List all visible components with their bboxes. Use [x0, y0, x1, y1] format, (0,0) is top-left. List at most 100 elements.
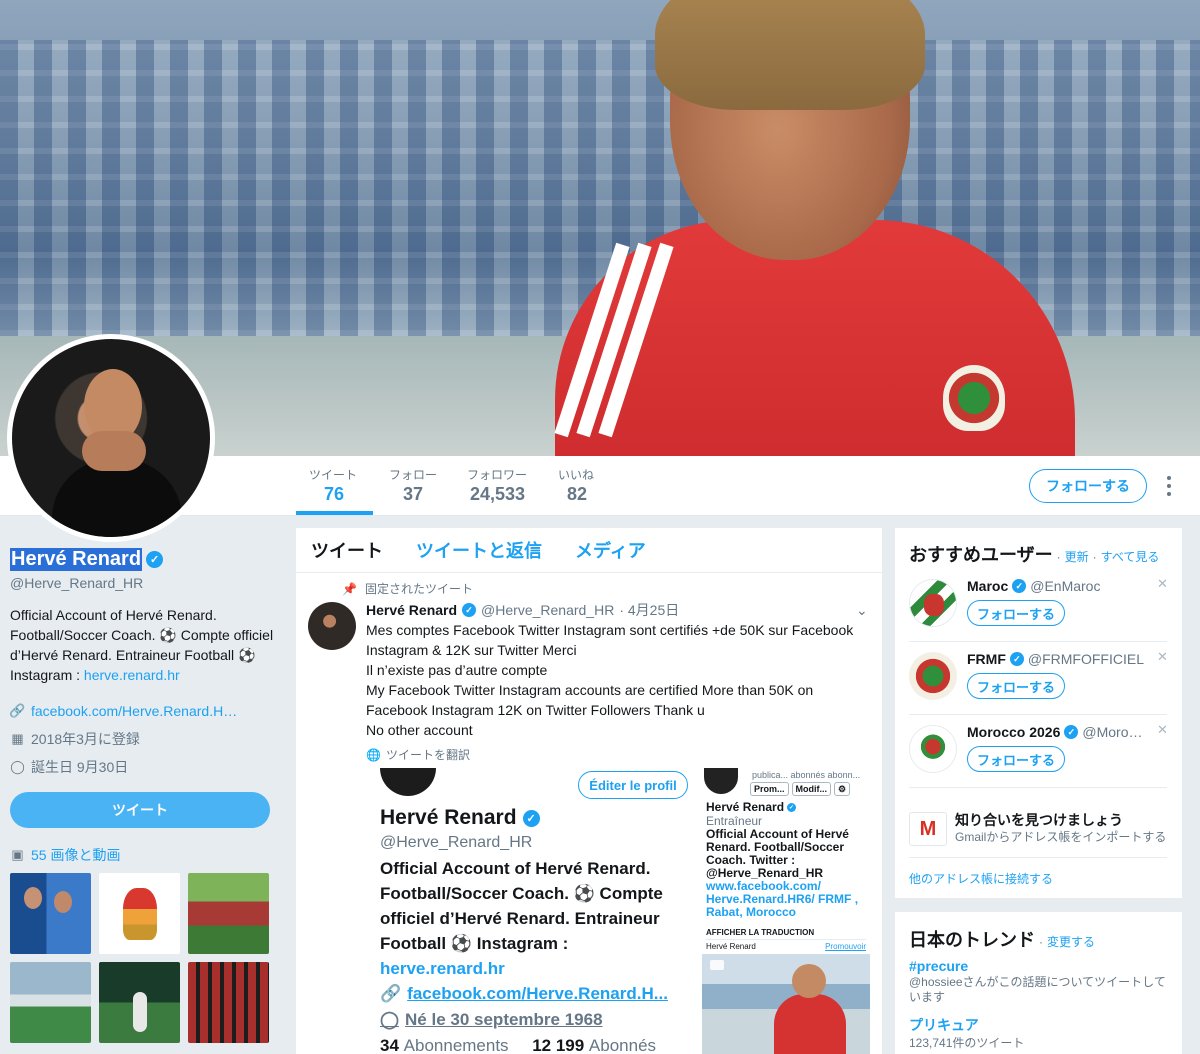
- find-friends-gmail[interactable]: M 知り合いを見つけましょう Gmailからアドレス帳をインポートする: [909, 806, 1167, 858]
- tweet-to-button[interactable]: ツイート: [10, 792, 270, 828]
- media-thumbnail[interactable]: [99, 873, 180, 954]
- close-icon[interactable]: ✕: [1157, 576, 1168, 592]
- tweet-author-handle[interactable]: @Herve_Renard_HR: [481, 602, 614, 618]
- stat-tweets[interactable]: ツイート 76: [309, 466, 357, 505]
- photo-face: [792, 964, 826, 998]
- separator: ·: [1039, 935, 1043, 949]
- suggested-follow-button[interactable]: フォローする: [967, 673, 1065, 699]
- pin-icon: 📌: [342, 581, 357, 596]
- chevron-down-icon[interactable]: ⌄: [856, 602, 868, 619]
- suggested-user-name[interactable]: FRMF: [967, 651, 1006, 667]
- verified-badge-icon: ✓: [1064, 725, 1079, 739]
- profile-website-row: 🔗 facebook.com/Herve.Renard.H…: [9, 701, 280, 720]
- more-options-icon[interactable]: [1162, 476, 1176, 496]
- find-friends-subtitle: Gmailからアドレス帳をインポートする: [955, 830, 1167, 844]
- gmail-icon: M: [909, 812, 947, 846]
- trend-context: 123,741件のツイート: [909, 1036, 1025, 1050]
- follow-button[interactable]: フォローする: [1029, 469, 1147, 503]
- avatar-hands: [82, 431, 146, 471]
- refresh-link[interactable]: 更新: [1065, 548, 1089, 565]
- stat-following[interactable]: フォロー 37: [389, 466, 437, 505]
- suggested-user-handle[interactable]: @EnMaroc: [1030, 578, 1100, 594]
- trends-header: 日本のトレンド · 変更する: [909, 926, 1095, 952]
- view-all-link[interactable]: すべて見る: [1101, 548, 1160, 565]
- banner-person: [554, 0, 1075, 456]
- profile-bio: Official Account of Hervé Renard. Footba…: [10, 605, 280, 685]
- media-thumbnail[interactable]: [188, 962, 269, 1043]
- stat-value: 24,533: [470, 484, 526, 504]
- screenshot-small-buttons: Prom... Modif... ⚙: [750, 782, 851, 796]
- morocco-crest: [943, 365, 1005, 431]
- tab-tweets[interactable]: ツイート: [311, 537, 383, 563]
- verified-badge-icon: ✓: [1009, 652, 1024, 666]
- suggested-user-avatar[interactable]: [909, 579, 957, 627]
- close-icon[interactable]: ✕: [1157, 649, 1168, 665]
- other-address-books-link[interactable]: 他のアドレス帳に接続する: [909, 870, 1053, 887]
- screenshot-bio-small-text: Official Account of Hervé Renard. Footba…: [706, 827, 849, 880]
- profile-birthday: 誕生日 9月30日: [31, 758, 129, 775]
- profile-joined: 2018年3月に登録: [31, 730, 140, 747]
- screenshot-translate: AFFICHER LA TRADUCTION: [706, 928, 815, 937]
- translate-tweet-link[interactable]: 🌐 ツイートを翻訳: [366, 746, 470, 763]
- screenshot-counts: 34 Abonnements 12 199 Abonnés: [380, 1036, 656, 1054]
- suggested-user-name-row: FRMF ✓ @FRMFOFFICIEL: [967, 651, 1144, 667]
- avatar-photo: [12, 339, 210, 537]
- tweet-line: My Facebook Twitter Instagram accounts a…: [366, 682, 814, 698]
- tweet-author-name[interactable]: Hervé Renard: [366, 602, 457, 618]
- screenshot-name-text: Hervé Renard: [706, 800, 785, 814]
- suggested-user: FRMF ✓ @FRMFOFFICIEL ✕ フォローする: [909, 642, 1168, 715]
- profile-name[interactable]: Hervé Renard: [10, 548, 143, 571]
- screenshot-bio-small: Official Account of Hervé Renard. Footba…: [706, 828, 870, 919]
- balloon-icon: ◯: [380, 1010, 400, 1029]
- tab-tweets-replies[interactable]: ツイートと返信: [416, 537, 542, 563]
- suggested-follow-button[interactable]: フォローする: [967, 746, 1065, 772]
- banner-hair: [655, 0, 925, 110]
- tweet-line: Mes comptes Facebook Twitter Instagram s…: [366, 622, 854, 638]
- profile-avatar[interactable]: [7, 334, 215, 542]
- stat-followers[interactable]: フォロワー 24,533: [467, 466, 527, 505]
- suggested-user-handle[interactable]: @FRMFOFFICIEL: [1028, 651, 1144, 667]
- find-friends-title: 知り合いを見つけましょう: [955, 812, 1123, 828]
- trend-context: @hossieeさんがこの話題についてツイートしています: [909, 975, 1166, 1004]
- trends-title: 日本のトレンド: [909, 930, 1035, 950]
- suggested-user-name[interactable]: Maroc: [967, 578, 1008, 594]
- screenshot-promo-row: Hervé Renard Promouvoir: [706, 939, 866, 951]
- who-to-follow-title: おすすめユーザー: [909, 545, 1053, 565]
- media-thumbnail[interactable]: [99, 962, 180, 1043]
- screenshot-name-small: Hervé Renard ✓: [706, 800, 797, 814]
- profile-website-link[interactable]: facebook.com/Herve.Renard.H…: [31, 703, 237, 719]
- suggested-follow-button[interactable]: フォローする: [967, 600, 1065, 626]
- screenshot-promo-link: Promouvoir: [825, 942, 866, 951]
- bio-instagram-link[interactable]: herve.renard.hr: [84, 667, 180, 683]
- screenshot-birthday: Né le 30 septembre 1968: [405, 1010, 603, 1029]
- suggested-user-handle[interactable]: @Moro…: [1082, 724, 1142, 740]
- tweet-media-image[interactable]: Éditer le profil Hervé Renard ✓ @Herve_R…: [364, 768, 874, 1054]
- stat-likes[interactable]: いいね 82: [558, 466, 594, 505]
- close-icon[interactable]: ✕: [1157, 722, 1168, 738]
- screenshot-avatar: [380, 768, 436, 796]
- screenshot-profile-right: publica... abonnés abonn... Prom... Modi…: [702, 768, 870, 1054]
- trend-item[interactable]: #precure @hossieeさんがこの話題についてツイートしています: [909, 958, 1171, 1005]
- screenshot-promo-name: Hervé Renard: [706, 942, 756, 951]
- trend-item[interactable]: プリキュア 123,741件のツイート: [909, 1015, 1171, 1051]
- media-thumbnail[interactable]: [10, 873, 91, 954]
- verified-badge-icon: ✓: [787, 802, 797, 812]
- profile-card: Hervé Renard ✓ @Herve_Renard_HR Official…: [9, 548, 280, 1043]
- suggested-user-avatar[interactable]: [909, 725, 957, 773]
- suggested-user-avatar[interactable]: [909, 652, 957, 700]
- stat-label: フォロー: [389, 468, 438, 482]
- tweet-date[interactable]: · 4月25日: [619, 600, 679, 620]
- media-thumbnail[interactable]: [10, 962, 91, 1043]
- tweet-text: Mes comptes Facebook Twitter Instagram s…: [366, 620, 866, 740]
- tweet-avatar[interactable]: [308, 602, 356, 650]
- suggested-user-name[interactable]: Morocco 2026: [967, 724, 1060, 740]
- tab-media[interactable]: メディア: [575, 537, 646, 563]
- tweet-header: Hervé Renard ✓ @Herve_Renard_HR · 4月25日: [366, 600, 679, 620]
- media-gallery-link[interactable]: ▣ 55 画像と動画: [10, 845, 280, 865]
- separator: ·: [1092, 550, 1097, 564]
- verified-badge-icon: ✓: [146, 551, 164, 568]
- screenshot-name-row: Hervé Renard ✓: [380, 806, 540, 830]
- media-thumbnail[interactable]: [188, 873, 269, 954]
- screenshot-role: Entraîneur: [706, 814, 763, 828]
- change-trends-link[interactable]: 変更する: [1047, 933, 1095, 950]
